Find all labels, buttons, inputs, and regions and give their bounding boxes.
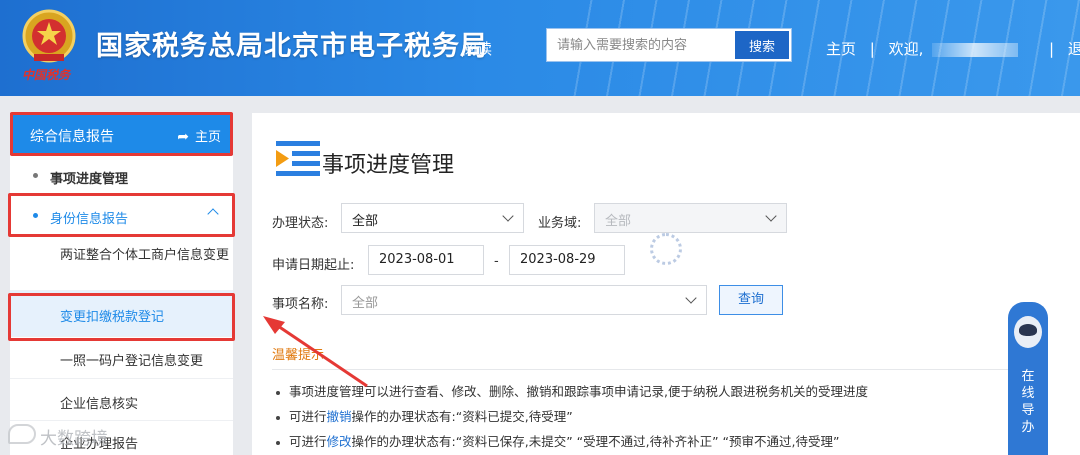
- bullet-icon: [33, 173, 38, 178]
- guide-char: 在: [1021, 369, 1035, 384]
- sidebar: 综合信息报告 ➦ 主页 事项进度管理 身份信息报告 两证整合个体工商户信息变更 变…: [10, 113, 233, 455]
- nav-divider: |: [1048, 40, 1055, 58]
- nav-home-link[interactable]: 主页: [826, 38, 856, 59]
- nav-divider: |: [869, 40, 875, 58]
- sidebar-subitem-one-license[interactable]: 一照一码户登记信息变更: [10, 337, 233, 379]
- chevron-down-icon: [765, 210, 777, 222]
- main-panel: 事项进度管理 办理状态: 全部 业务域: 全部 申请日期起止: 2023-08-…: [252, 113, 1080, 455]
- site-title[interactable]: 国家税务总局北京市电子税务局: [96, 24, 488, 63]
- watermark: 大数跨境: [40, 429, 108, 449]
- site-header: 中国税务 国家税务总局北京市电子税务局 阅读 搜索 主页 | 欢迎, | 退出: [0, 0, 1080, 96]
- tip-line: 可进行修改操作的办理状态有:“资料已保存,未提交” “受理不通过,待补齐补正” …: [276, 431, 839, 450]
- sidebar-item-label: 企业信息核实: [60, 397, 139, 412]
- online-guide-widget[interactable]: 在 线 导 办: [1008, 302, 1048, 455]
- sidebar-home-label: 主页: [194, 130, 221, 145]
- guide-char: 线: [1021, 386, 1035, 401]
- search-button[interactable]: 搜索: [735, 31, 789, 59]
- tax-emblem-icon: [22, 9, 76, 63]
- loading-spinner-icon: [650, 233, 682, 265]
- sidebar-item-label: 身份信息报告: [50, 212, 129, 227]
- sidebar-item-label: 两证整合个体工商户信息变更: [60, 248, 230, 263]
- accessibility-read-link[interactable]: 阅读: [462, 38, 492, 59]
- chevron-up-icon: [207, 208, 219, 220]
- bullet-icon: [276, 440, 280, 445]
- item-name-select[interactable]: 全部: [341, 285, 707, 315]
- query-button[interactable]: 查询: [719, 285, 783, 315]
- assistant-avatar-icon: [1014, 316, 1042, 348]
- sidebar-section-header[interactable]: 综合信息报告 ➦ 主页: [10, 113, 233, 155]
- guide-char: 办: [1021, 420, 1035, 435]
- sidebar-item-identity-report[interactable]: 身份信息报告: [10, 195, 233, 235]
- sidebar-item-label: 事项进度管理: [50, 172, 129, 187]
- date-from-input[interactable]: 2023-08-01: [368, 245, 484, 275]
- watermark-logo-icon: [8, 424, 36, 444]
- chevron-down-icon: [502, 210, 514, 222]
- status-value: 全部: [352, 214, 379, 229]
- tip-suffix: 操作的办理状态有:“资料已保存,未提交” “受理不通过,待补齐补正” “预审不通…: [351, 434, 840, 449]
- annotation-arrow-icon: [263, 316, 368, 388]
- date-from-value: 2023-08-01: [379, 252, 455, 267]
- bullet-icon: [276, 415, 280, 420]
- tip-prefix: 可进行: [289, 409, 327, 424]
- search-input[interactable]: [547, 29, 735, 61]
- tip-line: 可进行撤销操作的办理状态有:“资料已提交,待受理”: [276, 406, 573, 425]
- domain-value: 全部: [605, 214, 632, 229]
- guide-label: 在 线 导 办: [1008, 368, 1048, 436]
- tip-text: 事项进度管理可以进行查看、修改、删除、撤销和跟踪事项申请记录,便于纳税人跟进税务…: [289, 384, 868, 399]
- item-name-label: 事项名称:: [272, 297, 329, 312]
- sidebar-item-label: 一照一码户登记信息变更: [60, 354, 204, 369]
- sidebar-subitem-withholding[interactable]: 变更扣缴税款登记: [10, 291, 233, 337]
- sidebar-item-progress[interactable]: 事项进度管理: [10, 155, 233, 195]
- tip-modify-link[interactable]: 修改: [327, 434, 352, 449]
- chevron-down-icon: [685, 292, 697, 304]
- tip-prefix: 可进行: [289, 434, 327, 449]
- tip-suffix: 操作的办理状态有:“资料已提交,待受理”: [351, 409, 573, 424]
- sidebar-home-link[interactable]: ➦ 主页: [177, 126, 221, 145]
- date-separator: -: [494, 254, 499, 269]
- sidebar-subitem-two-cert[interactable]: 两证整合个体工商户信息变更: [10, 235, 233, 291]
- top-nav: 主页 | 欢迎, | 退出: [826, 38, 1080, 59]
- tip-cancel-link[interactable]: 撤销: [327, 409, 352, 424]
- guide-char: 导: [1021, 403, 1035, 418]
- emblem-caption: 中国税务: [22, 68, 71, 82]
- tips-divider: [272, 369, 1032, 370]
- nav-welcome: 欢迎,: [888, 40, 924, 58]
- back-arrow-icon: ➦: [177, 129, 189, 145]
- item-name-value: 全部: [352, 296, 379, 311]
- sidebar-item-label: 变更扣缴税款登记: [60, 310, 165, 325]
- user-name-redacted: [932, 42, 1019, 57]
- search-box: 搜索: [546, 28, 792, 62]
- sidebar-subitem-verify[interactable]: 企业信息核实: [10, 379, 233, 421]
- date-to-input[interactable]: 2023-08-29: [509, 245, 625, 275]
- page-title: 事项进度管理: [322, 153, 455, 178]
- status-label: 办理状态:: [272, 216, 329, 231]
- domain-select[interactable]: 全部: [594, 203, 787, 233]
- nav-logout-link[interactable]: 退出: [1068, 38, 1080, 59]
- date-to-value: 2023-08-29: [520, 252, 596, 267]
- date-range-label: 申请日期起止:: [272, 258, 355, 273]
- progress-management-icon: [276, 141, 320, 176]
- status-select[interactable]: 全部: [341, 203, 524, 233]
- sidebar-section-title: 综合信息报告: [30, 129, 114, 145]
- bullet-icon: [33, 213, 38, 218]
- domain-label: 业务域:: [538, 216, 582, 231]
